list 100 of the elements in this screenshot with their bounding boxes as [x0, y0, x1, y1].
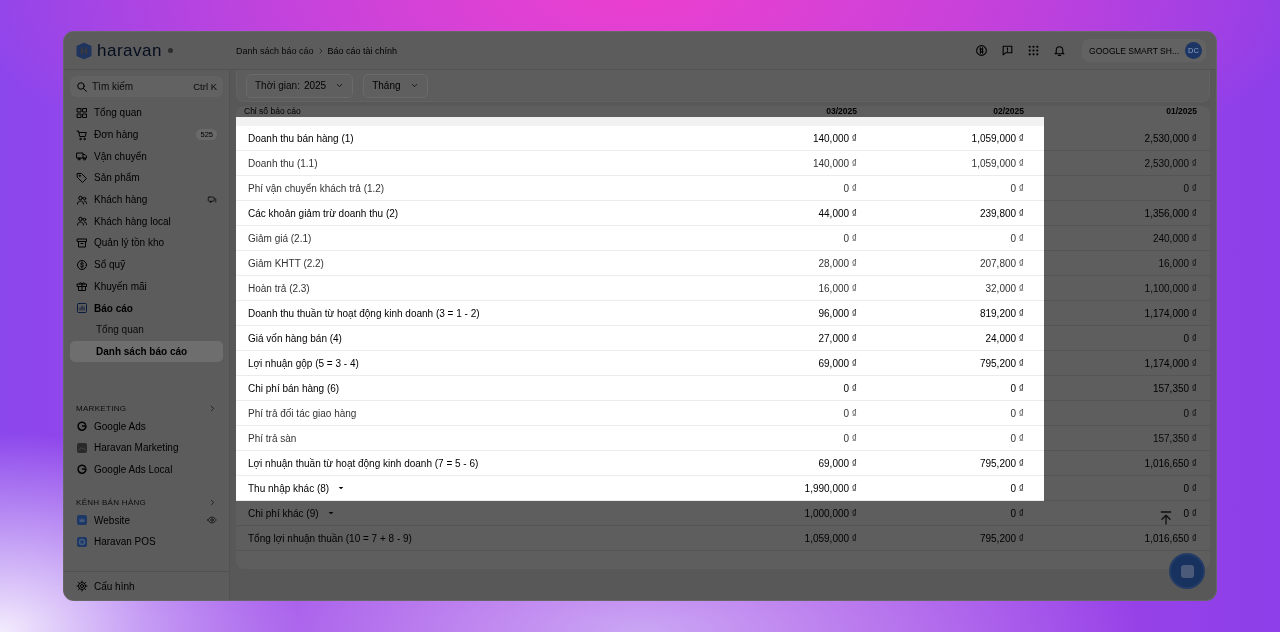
caret-down-icon[interactable] — [337, 484, 346, 492]
people-icon — [76, 215, 88, 228]
column-header: 01/2025 — [1165, 106, 1198, 117]
g-icon — [76, 420, 88, 433]
table-cell: 2,530,000 ₫ — [1044, 151, 1210, 176]
table-cell: 0 ₫ — [877, 376, 1044, 401]
table-cell: 239,800 ₫ — [877, 201, 1044, 226]
row-label: Doanh thu (1.1) — [248, 157, 318, 169]
row-label: Lợi nhuận thuần từ hoạt động kinh doanh (7 = 5 - 6) — [248, 457, 479, 469]
table-cell: 0 ₫ — [1044, 326, 1210, 351]
cube-logo-icon — [74, 41, 94, 60]
table-cell: 0 ₫ — [877, 426, 1044, 451]
row-label: Thu nhập khác (8) — [248, 482, 330, 494]
table-cell: 44,000 ₫ — [700, 201, 877, 226]
gift-icon — [76, 280, 88, 293]
chart-icon — [76, 302, 88, 315]
nav-item[interactable]: Khách hàng local — [70, 210, 223, 233]
table-cell: 0 ₫ — [700, 226, 877, 251]
table-cell: 0 ₫ — [877, 401, 1044, 426]
table-cell: 16,000 ₫ — [1044, 251, 1210, 276]
row-label: Chi phí bán hàng (6) — [248, 382, 340, 394]
people-icon — [76, 193, 88, 206]
apps-grid-icon[interactable] — [1027, 44, 1041, 57]
row-label: Tổng lợi nhuận thuần (10 = 7 + 8 - 9) — [248, 532, 412, 544]
nav-item[interactable]: Google Ads Local — [70, 458, 223, 481]
bell-icon[interactable] — [1053, 44, 1067, 57]
chat-icon — [1180, 564, 1194, 578]
chevron-down-icon — [335, 81, 345, 90]
table-cell: 1,356,000 ₫ — [1044, 201, 1210, 226]
dropdown-value: 2025 — [303, 80, 327, 91]
nav-item[interactable]: Báo cáo — [70, 297, 223, 319]
nav-subitem[interactable]: Danh sách báo cáo — [70, 340, 223, 363]
column-header: 02/2025 — [992, 106, 1025, 117]
table-cell: 0 ₫ — [1044, 176, 1210, 201]
table-cell: 157,350 ₫ — [1044, 376, 1210, 401]
box-icon — [76, 236, 88, 249]
table-cell: 69,000 ₫ — [700, 351, 877, 376]
nav-item[interactable]: Website — [70, 509, 223, 531]
nav-item[interactable]: Haravan Marketing — [70, 436, 223, 459]
table-cell: 0 ₫ — [700, 426, 877, 451]
nav-item[interactable]: Sản phẩm — [70, 167, 223, 189]
table-cell: 1,990,000 ₫ — [700, 476, 877, 501]
dropdown[interactable]: Thời gian: 2025 — [246, 73, 354, 98]
table-cell: 24,000 ₫ — [877, 326, 1044, 351]
chevron-right-icon[interactable] — [208, 403, 217, 413]
cart-icon — [76, 128, 88, 141]
search-icon — [76, 80, 88, 93]
table-cell: 1,100,000 ₫ — [1044, 276, 1210, 301]
dropdown[interactable]: Tháng — [363, 73, 428, 98]
section-heading: MARKETING — [76, 403, 127, 413]
account-name: GOOGLE SMART SH... — [1089, 45, 1179, 56]
breadcrumb-current: Báo cáo tài chính — [327, 45, 398, 56]
column-header: 03/2025 — [825, 106, 858, 117]
dropdown-value: Tháng — [372, 80, 401, 91]
chat-button[interactable] — [1171, 555, 1203, 587]
table-cell: 140,000 ₫ — [700, 151, 877, 176]
nav-item[interactable]: Sổ quỹ — [70, 253, 223, 276]
chat-icon[interactable] — [1001, 44, 1015, 57]
dropdown-label: Thời gian: — [255, 80, 300, 91]
table-cell: 27,000 ₫ — [700, 326, 877, 351]
nav-item[interactable]: Haravan POS — [70, 531, 223, 553]
message-icon — [207, 194, 217, 205]
breadcrumb-link[interactable]: Danh sách báo cáo — [236, 45, 314, 56]
row-label: Chi phí khác (9) — [248, 507, 319, 519]
table-cell: 140,000 ₫ — [700, 126, 877, 151]
nav-item[interactable]: Vận chuyển — [70, 145, 223, 168]
coin-icon[interactable] — [975, 44, 989, 57]
table-cell: 69,000 ₫ — [700, 451, 877, 476]
tag-icon — [76, 171, 88, 184]
gear-icon — [76, 580, 88, 592]
app-icon — [76, 535, 88, 548]
nav-item[interactable]: Google Ads — [70, 415, 223, 437]
row-label: Phí vận chuyển khách trả (1.2) — [248, 182, 385, 194]
dollar-icon — [76, 258, 88, 271]
column-header: Chỉ số báo cáo — [243, 106, 302, 117]
table-cell: 240,000 ₫ — [1044, 226, 1210, 251]
nav-item[interactable]: Quản lý tồn kho — [70, 232, 223, 254]
table-cell: 16,000 ₫ — [700, 276, 877, 301]
table-cell: 32,000 ₫ — [877, 276, 1044, 301]
table-cell: 1,000,000 ₫ — [700, 501, 877, 526]
table-cell: 96,000 ₫ — [700, 301, 877, 326]
table-cell: 1,059,000 ₫ — [700, 526, 877, 551]
nav-item[interactable]: Khách hàng — [70, 188, 223, 211]
row-label: Giảm giá (2.1) — [248, 232, 312, 244]
section-heading: KÊNH BÁN HÀNG — [76, 497, 147, 507]
status-dot — [167, 48, 173, 53]
row-label: Doanh thu bán hàng (1) — [248, 132, 354, 144]
nav-item[interactable]: Khuyến mãi — [70, 275, 223, 298]
nav-subitem[interactable]: Tổng quan — [70, 318, 223, 341]
store-icon — [76, 514, 88, 527]
table-cell: 0 ₫ — [700, 176, 877, 201]
row-label: Phí trả đối tác giao hàng — [248, 407, 357, 419]
table-cell: 0 ₫ — [877, 501, 1044, 526]
chevron-right-icon[interactable] — [208, 497, 217, 507]
table-cell: 1,174,000 ₫ — [1044, 351, 1210, 376]
arrow-up-icon[interactable] — [1158, 510, 1174, 526]
table-cell: 157,350 ₫ — [1044, 426, 1210, 451]
table-cell: 0 ₫ — [877, 176, 1044, 201]
nav-item[interactable]: Tổng quan — [70, 102, 223, 124]
eye-icon[interactable] — [207, 515, 217, 526]
